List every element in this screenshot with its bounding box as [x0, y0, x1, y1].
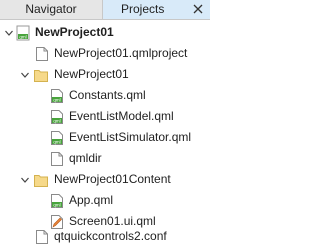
svg-text:qml: qml [53, 140, 60, 145]
tab-navigator[interactable]: Navigator [0, 0, 103, 19]
svg-text:qml: qml [53, 203, 60, 208]
file-icon [35, 229, 49, 245]
qmlproject-file-icon [35, 46, 49, 62]
tree-row-root-project[interactable]: qml NewProject01 [0, 22, 210, 43]
svg-text:qml: qml [53, 119, 60, 124]
file-icon [50, 151, 64, 167]
tree-row-constants[interactable]: qml Constants.qml [0, 85, 210, 106]
chevron-down-icon[interactable] [20, 174, 30, 184]
constants-label: Constants.qml [69, 88, 146, 102]
qml-file-icon: qml [50, 88, 64, 104]
conf-label: qtquickcontrols2.conf [54, 229, 167, 243]
tree-row-conf[interactable]: qtquickcontrols2.conf [0, 226, 210, 247]
app-label: App.qml [69, 193, 114, 207]
tab-projects[interactable]: Projects [103, 0, 210, 19]
qmlproject-label: NewProject01.qmlproject [54, 46, 188, 60]
chevron-down-icon[interactable] [20, 69, 30, 79]
qmldir-label: qmldir [69, 151, 102, 165]
tree-row-folder-content[interactable]: NewProject01Content [0, 169, 210, 190]
qml-project-icon: qml [16, 25, 30, 41]
folder-icon [34, 67, 48, 83]
root-project-label: NewProject01 [35, 25, 114, 39]
panel-tab-bar: Navigator Projects [0, 0, 210, 20]
folder1-label: NewProject01 [54, 67, 129, 81]
tree-row-event-list-model[interactable]: qml EventListModel.qml [0, 106, 210, 127]
svg-text:qml: qml [19, 35, 26, 40]
svg-text:qml: qml [53, 98, 60, 103]
qml-file-icon: qml [50, 109, 64, 125]
event-model-label: EventListModel.qml [69, 109, 174, 123]
tree-row-qmlproject[interactable]: NewProject01.qmlproject [0, 43, 210, 64]
close-icon[interactable] [192, 3, 204, 15]
folder-icon [34, 172, 48, 188]
tab-projects-label: Projects [121, 2, 165, 16]
tree-row-event-list-simulator[interactable]: qml EventListSimulator.qml [0, 127, 210, 148]
tab-navigator-label: Navigator [25, 2, 77, 16]
qml-file-icon: qml [50, 130, 64, 146]
tree-row-qmldir[interactable]: qmldir [0, 148, 210, 169]
tree-row-folder-newproject01[interactable]: NewProject01 [0, 64, 210, 85]
qml-file-icon: qml [50, 193, 64, 209]
chevron-down-icon[interactable] [4, 27, 14, 37]
folder2-label: NewProject01Content [54, 172, 171, 186]
event-sim-label: EventListSimulator.qml [69, 130, 192, 144]
tree-row-app[interactable]: qml App.qml [0, 190, 210, 211]
